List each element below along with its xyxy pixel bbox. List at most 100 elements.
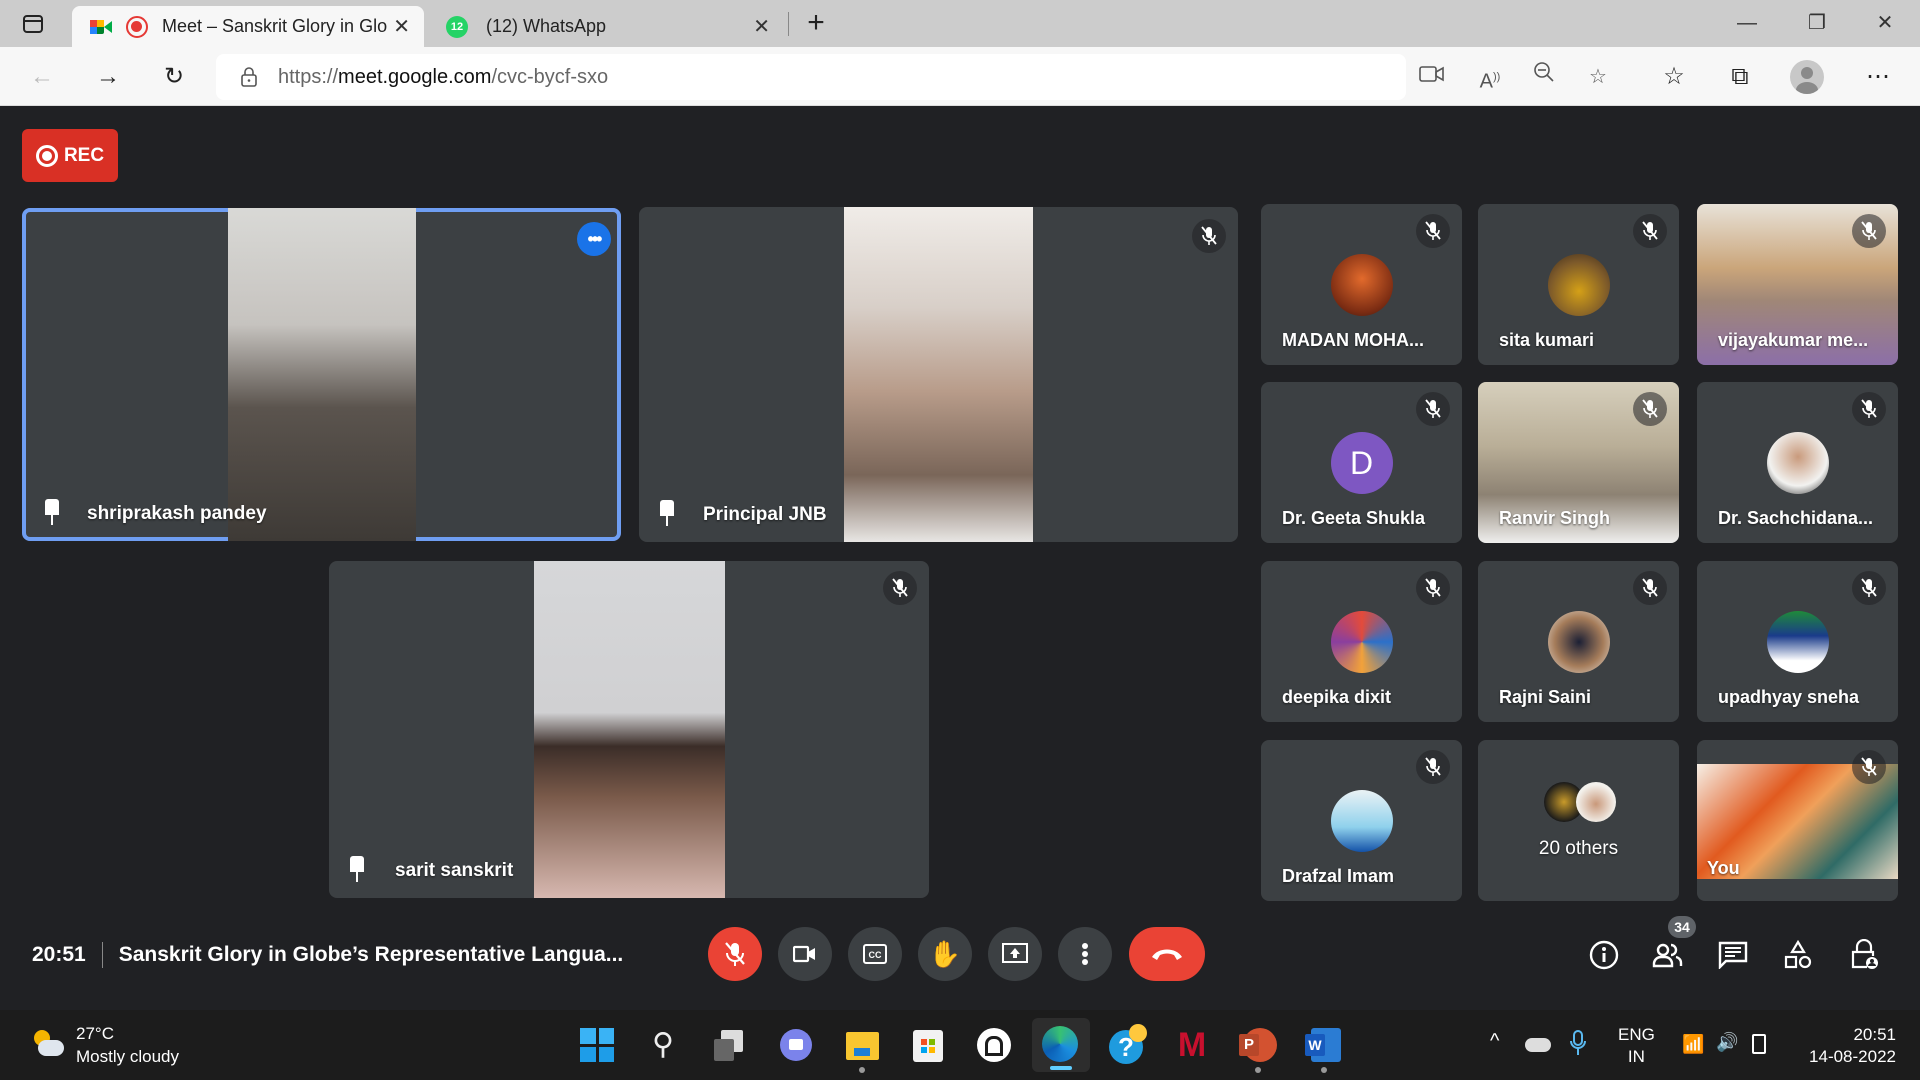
- camera-icon[interactable]: [1414, 60, 1450, 94]
- word-icon[interactable]: W: [1303, 1024, 1345, 1066]
- pin-icon[interactable]: [347, 856, 367, 884]
- clock-time: 20:51: [1853, 1025, 1896, 1044]
- more-icon[interactable]: ⋯: [1858, 60, 1898, 94]
- participant-tile[interactable]: Principal JNB: [639, 207, 1238, 542]
- weather-description: Mostly cloudy: [76, 1047, 179, 1066]
- muted-mic-icon: [1416, 214, 1450, 248]
- weather-temperature: 27°C: [76, 1024, 114, 1043]
- mcafee-icon[interactable]: M: [1171, 1024, 1213, 1066]
- people-button[interactable]: [1650, 937, 1686, 973]
- activities-button[interactable]: [1780, 937, 1816, 973]
- participant-tile[interactable]: ••• shriprakash pandey: [22, 208, 621, 541]
- muted-mic-icon: [1852, 214, 1886, 248]
- battery-icon[interactable]: [1752, 1034, 1766, 1054]
- tab-meet[interactable]: Meet – Sanskrit Glory in Glo ✕: [72, 6, 424, 47]
- muted-mic-icon: [1852, 392, 1886, 426]
- participant-tile[interactable]: Drafzal Imam: [1261, 740, 1462, 901]
- maximize-icon[interactable]: ❐: [1794, 8, 1840, 38]
- start-icon[interactable]: [576, 1024, 618, 1066]
- host-controls-button[interactable]: [1846, 937, 1882, 973]
- participant-tile[interactable]: MADAN MOHA...: [1261, 204, 1462, 365]
- zoom-out-icon[interactable]: [1526, 60, 1562, 94]
- participant-tile[interactable]: Ranvir Singh: [1478, 382, 1679, 543]
- language-indicator[interactable]: ENG IN: [1618, 1024, 1655, 1068]
- muted-mic-icon: [1416, 750, 1450, 784]
- participant-name: sarit sanskrit: [395, 860, 514, 881]
- pin-icon[interactable]: [42, 499, 62, 527]
- raise-hand-button[interactable]: ✋: [918, 927, 972, 981]
- collections-icon[interactable]: ⧉: [1720, 60, 1760, 94]
- powerpoint-icon[interactable]: P: [1237, 1024, 1279, 1066]
- volume-icon[interactable]: 🔊: [1716, 1032, 1738, 1053]
- participant-tile[interactable]: You: [1697, 740, 1898, 901]
- participant-name: Ranvir Singh: [1499, 508, 1611, 528]
- more-options-button[interactable]: [1058, 927, 1112, 981]
- muted-mic-icon: [1416, 392, 1450, 426]
- forward-icon[interactable]: →: [88, 60, 128, 94]
- tab-title: Meet – Sanskrit Glory in Glo: [162, 16, 388, 36]
- onedrive-icon[interactable]: [1525, 1038, 1551, 1052]
- clock[interactable]: 20:51 14-08-2022: [1790, 1024, 1896, 1068]
- recording-badge[interactable]: REC: [22, 129, 118, 182]
- new-tab-icon[interactable]: +: [800, 6, 832, 40]
- read-aloud-icon[interactable]: A)): [1472, 60, 1508, 94]
- running-indicator: [1255, 1067, 1261, 1073]
- participant-tile[interactable]: deepika dixit: [1261, 561, 1462, 722]
- app-icon[interactable]: [973, 1024, 1015, 1066]
- tab-title: (12) WhatsApp: [486, 16, 607, 36]
- present-button[interactable]: [988, 927, 1042, 981]
- tab-whatsapp[interactable]: 12 (12) WhatsApp ✕: [432, 6, 784, 47]
- pin-icon[interactable]: [657, 500, 677, 528]
- wifi-icon[interactable]: 📶: [1682, 1034, 1704, 1055]
- tab-actions-icon[interactable]: [18, 10, 48, 38]
- language-code: ENG: [1618, 1025, 1655, 1044]
- address-bar[interactable]: https://meet.google.com/cvc-bycf-sxo: [216, 54, 1406, 100]
- teams-chat-icon[interactable]: [775, 1024, 817, 1066]
- close-tab-icon[interactable]: ✕: [753, 14, 770, 39]
- participant-avatar: [1330, 790, 1393, 852]
- microphone-button[interactable]: [708, 927, 762, 981]
- participant-tile[interactable]: sarit sanskrit: [329, 561, 929, 898]
- participant-tile[interactable]: Dr. Sachchidana...: [1697, 382, 1898, 543]
- lock-icon[interactable]: [240, 66, 258, 88]
- meeting-details-button[interactable]: [1586, 937, 1622, 973]
- show-hidden-icons[interactable]: ^: [1490, 1030, 1499, 1053]
- participant-tile[interactable]: D Dr. Geeta Shukla: [1261, 382, 1462, 543]
- participant-tile[interactable]: upadhyay sneha: [1697, 561, 1898, 722]
- leave-call-button[interactable]: [1129, 927, 1205, 981]
- participant-avatar: D: [1330, 432, 1393, 494]
- captions-button[interactable]: CC: [848, 927, 902, 981]
- profile-icon[interactable]: [1790, 60, 1824, 94]
- more-options-icon[interactable]: •••: [577, 222, 611, 256]
- camera-button[interactable]: [778, 927, 832, 981]
- participant-name: Dr. Geeta Shukla: [1282, 508, 1426, 528]
- favorites-icon[interactable]: ☆: [1654, 60, 1694, 94]
- participant-tile[interactable]: sita kumari: [1478, 204, 1679, 365]
- microphone-tray-icon[interactable]: [1570, 1030, 1586, 1061]
- hand-icon: ✋: [928, 938, 962, 969]
- close-tab-icon[interactable]: ✕: [393, 14, 410, 39]
- microsoft-store-icon[interactable]: [907, 1024, 949, 1066]
- refresh-icon[interactable]: ↻: [154, 60, 194, 94]
- participant-avatar: [1766, 432, 1829, 494]
- participant-name: MADAN MOHA...: [1282, 330, 1424, 350]
- minimize-icon[interactable]: —: [1724, 8, 1770, 38]
- weather-widget[interactable]: 27°C Mostly cloudy: [30, 1022, 179, 1068]
- edge-icon[interactable]: [1032, 1018, 1090, 1072]
- back-icon[interactable]: ←: [22, 60, 62, 94]
- region-code: IN: [1627, 1047, 1645, 1066]
- participant-tile[interactable]: vijayakumar me...: [1697, 204, 1898, 365]
- participant-tile[interactable]: Rajni Saini: [1478, 561, 1679, 722]
- record-icon: [35, 144, 58, 167]
- add-favorite-icon[interactable]: ☆: [1580, 60, 1616, 94]
- participant-name: Drafzal Imam: [1282, 866, 1395, 886]
- participant-tile[interactable]: 20 others: [1478, 740, 1679, 901]
- search-icon[interactable]: ⚲: [642, 1024, 684, 1066]
- chat-button[interactable]: [1715, 937, 1751, 973]
- help-icon[interactable]: ?: [1105, 1024, 1147, 1066]
- closed-captions-icon: CC: [863, 944, 887, 964]
- muted-mic-icon: [883, 571, 917, 605]
- close-icon[interactable]: ✕: [1862, 8, 1908, 38]
- task-view-icon[interactable]: [709, 1024, 751, 1066]
- file-explorer-icon[interactable]: [841, 1024, 883, 1066]
